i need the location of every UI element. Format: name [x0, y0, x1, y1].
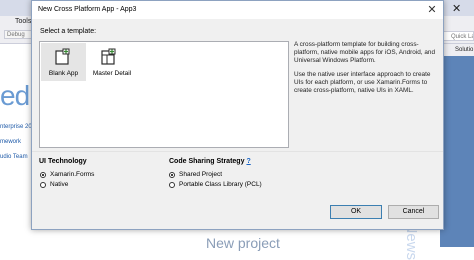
radio-button-icon [40, 171, 46, 178]
vs-close-icon[interactable]: ✕ [452, 2, 461, 15]
description-paragraph: A cross-platform template for building c… [294, 41, 436, 64]
select-template-label: Select a template: [40, 28, 97, 35]
start-link-3[interactable]: udio Team [0, 154, 28, 160]
dialog-title: New Cross Platform App - App3 [38, 6, 137, 13]
blank-app-icon [55, 48, 70, 65]
template-description: A cross-platform template for building c… [294, 41, 438, 148]
radio-button-icon [40, 181, 46, 188]
radio-label: Portable Class Library (PCL) [179, 181, 262, 188]
radio-xamarin-forms[interactable]: Xamarin.Forms [40, 171, 94, 178]
new-project-heading[interactable]: New project [206, 235, 280, 251]
solution-explorer-header[interactable]: Solutio [440, 44, 474, 56]
radio-button-icon [169, 181, 175, 188]
template-label: Master Detail [92, 70, 132, 77]
radio-native[interactable]: Native [40, 181, 68, 188]
description-paragraph: Use the native user interface approach t… [294, 71, 431, 94]
ok-button[interactable]: OK [330, 205, 382, 219]
code-sharing-label: Code Sharing Strategy? [169, 158, 251, 165]
radio-label: Native [50, 181, 69, 188]
right-panel [440, 44, 474, 247]
start-link-2[interactable]: mework [0, 139, 21, 145]
ui-technology-label: UI Technology [39, 158, 87, 165]
radio-label: Xamarin.Forms [50, 171, 95, 178]
start-link-1[interactable]: nterprise 20 [0, 124, 32, 130]
template-blank-app[interactable]: Blank App [41, 43, 86, 81]
template-master-detail[interactable]: Master Detail [87, 43, 137, 81]
start-page-heading: ed [0, 80, 30, 111]
cancel-button[interactable]: Cancel [388, 205, 439, 219]
radio-shared-project[interactable]: Shared Project [169, 171, 222, 178]
divider [32, 151, 443, 152]
radio-button-icon [169, 171, 175, 178]
radio-pcl[interactable]: Portable Class Library (PCL) [169, 181, 262, 188]
dialog-titlebar: New Cross Platform App - App3 ✕ [32, 1, 443, 19]
debug-config-combo[interactable]: Debug [4, 30, 32, 39]
code-sharing-label-text: Code Sharing Strategy [169, 158, 245, 165]
radio-label: Shared Project [179, 171, 222, 178]
ui-technology-label-text: UI Technology [39, 158, 87, 165]
template-list: Blank App Master Detail [39, 41, 289, 148]
quick-launch-input[interactable]: Quick Laun [440, 31, 474, 41]
master-detail-icon [101, 48, 116, 65]
new-app-dialog: New Cross Platform App - App3 ✕ Select a… [31, 0, 444, 230]
menu-tools[interactable]: Tools [15, 18, 31, 25]
help-link[interactable]: ? [246, 158, 250, 165]
template-label: Blank App [48, 70, 79, 77]
close-icon[interactable]: ✕ [425, 3, 439, 17]
